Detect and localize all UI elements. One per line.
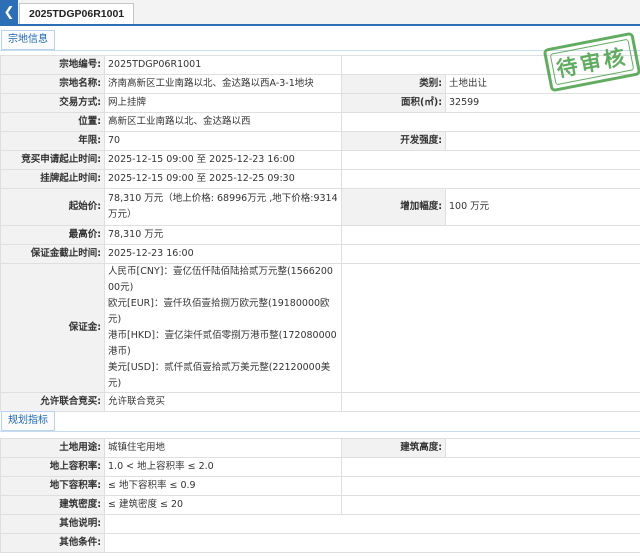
other-desc-label: 其他说明: <box>0 514 105 534</box>
apply-period-label: 竞买申请起止时间: <box>0 150 105 170</box>
table-row: 其他条件: <box>0 533 640 553</box>
term-label: 年限: <box>0 131 105 151</box>
table-row: 保证金: 人民币[CNY]：壹亿伍仟陆佰陆拾贰万元整(156620000元) 欧… <box>0 263 640 393</box>
parcel-name-value: 济南高新区工业南路以北、金达路以西A-3-1地块 <box>104 74 342 94</box>
above-far-value: 1.0 < 地上容积率 ≤ 2.0 <box>104 457 342 477</box>
deposit-label: 保证金: <box>0 263 105 393</box>
category-label: 类别: <box>341 74 446 94</box>
table-row: 最高价: 78,310 万元 <box>0 225 640 245</box>
area-label: 面积(㎡): <box>341 93 446 113</box>
listing-period-value: 2025-12-15 09:00 至 2025-12-25 09:30 <box>104 169 342 189</box>
empty-cell <box>341 457 640 477</box>
deposit-cny: 人民币[CNY]：壹亿伍仟陆佰陆拾贰万元整(156620000元) <box>108 266 333 293</box>
land-use-value: 城镇住宅用地 <box>104 438 342 458</box>
parcel-no-label: 宗地编号: <box>0 55 105 75</box>
other-cond-label: 其他条件: <box>0 533 105 553</box>
max-price-value: 78,310 万元 <box>104 225 342 245</box>
table-row: 地下容积率: ≤ 地下容积率 ≤ 0.9 <box>0 476 640 496</box>
location-value: 高新区工业南路以北、金达路以西 <box>104 112 342 132</box>
table-row: 其他说明: <box>0 514 640 534</box>
under-far-label: 地下容积率: <box>0 476 105 496</box>
max-price-label: 最高价: <box>0 225 105 245</box>
trade-method-label: 交易方式: <box>0 93 105 113</box>
dev-intensity-value <box>445 131 640 151</box>
joint-bid-label: 允许联合竞买: <box>0 392 105 412</box>
start-price-label: 起始价: <box>0 188 105 226</box>
planning-table: 土地用途: 城镇住宅用地 建筑高度: 地上容积率: 1.0 < 地上容积率 ≤ … <box>0 438 640 553</box>
table-row: 位置: 高新区工业南路以北、金达路以西 <box>0 112 640 132</box>
table-row: 允许联合竞买: 允许联合竞买 <box>0 392 640 412</box>
location-label: 位置: <box>0 112 105 132</box>
other-desc-value <box>104 514 640 534</box>
empty-cell <box>341 476 640 496</box>
table-row: 交易方式: 网上挂牌 面积(㎡): 32599 <box>0 93 640 113</box>
land-use-label: 土地用途: <box>0 438 105 458</box>
dev-intensity-label: 开发强度: <box>341 131 446 151</box>
section-planning[interactable]: 规划指标 <box>1 411 55 431</box>
empty-cell <box>341 244 640 264</box>
table-row: 土地用途: 城镇住宅用地 建筑高度: <box>0 438 640 458</box>
deposit-deadline-label: 保证金截止时间: <box>0 244 105 264</box>
top-bar: ❮ 2025TDGP06R1001 <box>0 0 640 26</box>
land-info-table: 宗地编号: 2025TDGP06R1001 宗地名称: 济南高新区工业南路以北、… <box>0 55 640 412</box>
arrow-left-icon: ❮ <box>3 4 15 20</box>
empty-cell <box>341 225 640 245</box>
deposit-deadline-value: 2025-12-23 16:00 <box>104 244 342 264</box>
table-row: 竞买申请起止时间: 2025-12-15 09:00 至 2025-12-23 … <box>0 150 640 170</box>
parcel-name-label: 宗地名称: <box>0 74 105 94</box>
apply-period-value: 2025-12-15 09:00 至 2025-12-23 16:00 <box>104 150 342 170</box>
back-button[interactable]: ❮ <box>0 0 18 24</box>
increment-label: 增加幅度: <box>341 188 446 226</box>
listing-period-label: 挂牌起止时间: <box>0 169 105 189</box>
area-value: 32599 <box>445 93 640 113</box>
deposit-value: 人民币[CNY]：壹亿伍仟陆佰陆拾贰万元整(156620000元) 欧元[EUR… <box>104 263 342 393</box>
table-row: 保证金截止时间: 2025-12-23 16:00 <box>0 244 640 264</box>
start-price-value: 78,310 万元（地上价格: 68996万元 ,地下价格:9314万元） <box>104 188 342 226</box>
empty-cell <box>341 169 640 189</box>
empty-cell <box>341 392 640 412</box>
table-row: 地上容积率: 1.0 < 地上容积率 ≤ 2.0 <box>0 457 640 477</box>
other-cond-value <box>104 533 640 553</box>
increment-value: 100 万元 <box>445 188 640 226</box>
empty-cell <box>341 495 640 515</box>
deposit-usd: 美元[USD]：贰仟贰佰壹拾贰万美元整(22120000美元) <box>108 362 331 389</box>
parcel-no-value: 2025TDGP06R1001 <box>104 55 342 75</box>
density-label: 建筑密度: <box>0 495 105 515</box>
above-far-label: 地上容积率: <box>0 457 105 477</box>
deposit-hkd: 港币[HKD]：壹亿柒仟贰佰零捌万港币整(172080000港币) <box>108 330 337 357</box>
table-row: 建筑密度: ≤ 建筑密度 ≤ 20 <box>0 495 640 515</box>
joint-bid-value: 允许联合竞买 <box>104 392 342 412</box>
building-height-value <box>445 438 640 458</box>
density-value: ≤ 建筑密度 ≤ 20 <box>104 495 342 515</box>
table-row: 起始价: 78,310 万元（地上价格: 68996万元 ,地下价格:9314万… <box>0 188 640 226</box>
section-land-info[interactable]: 宗地信息 <box>1 30 55 50</box>
trade-method-value: 网上挂牌 <box>104 93 342 113</box>
empty-cell <box>341 150 640 170</box>
deposit-eur: 欧元[EUR]：壹仟玖佰壹拾捌万欧元整(19180000欧元) <box>108 298 330 325</box>
table-row: 挂牌起止时间: 2025-12-15 09:00 至 2025-12-25 09… <box>0 169 640 189</box>
table-row: 宗地名称: 济南高新区工业南路以北、金达路以西A-3-1地块 类别: 土地出让 <box>0 74 640 94</box>
section-divider <box>0 431 640 432</box>
building-height-label: 建筑高度: <box>341 438 446 458</box>
empty-cell <box>341 112 640 132</box>
under-far-value: ≤ 地下容积率 ≤ 0.9 <box>104 476 342 496</box>
term-value: 70 <box>104 131 342 151</box>
table-row: 年限: 70 开发强度: <box>0 131 640 151</box>
tab-parcel[interactable]: 2025TDGP06R1001 <box>19 3 135 24</box>
empty-cell <box>341 263 640 393</box>
